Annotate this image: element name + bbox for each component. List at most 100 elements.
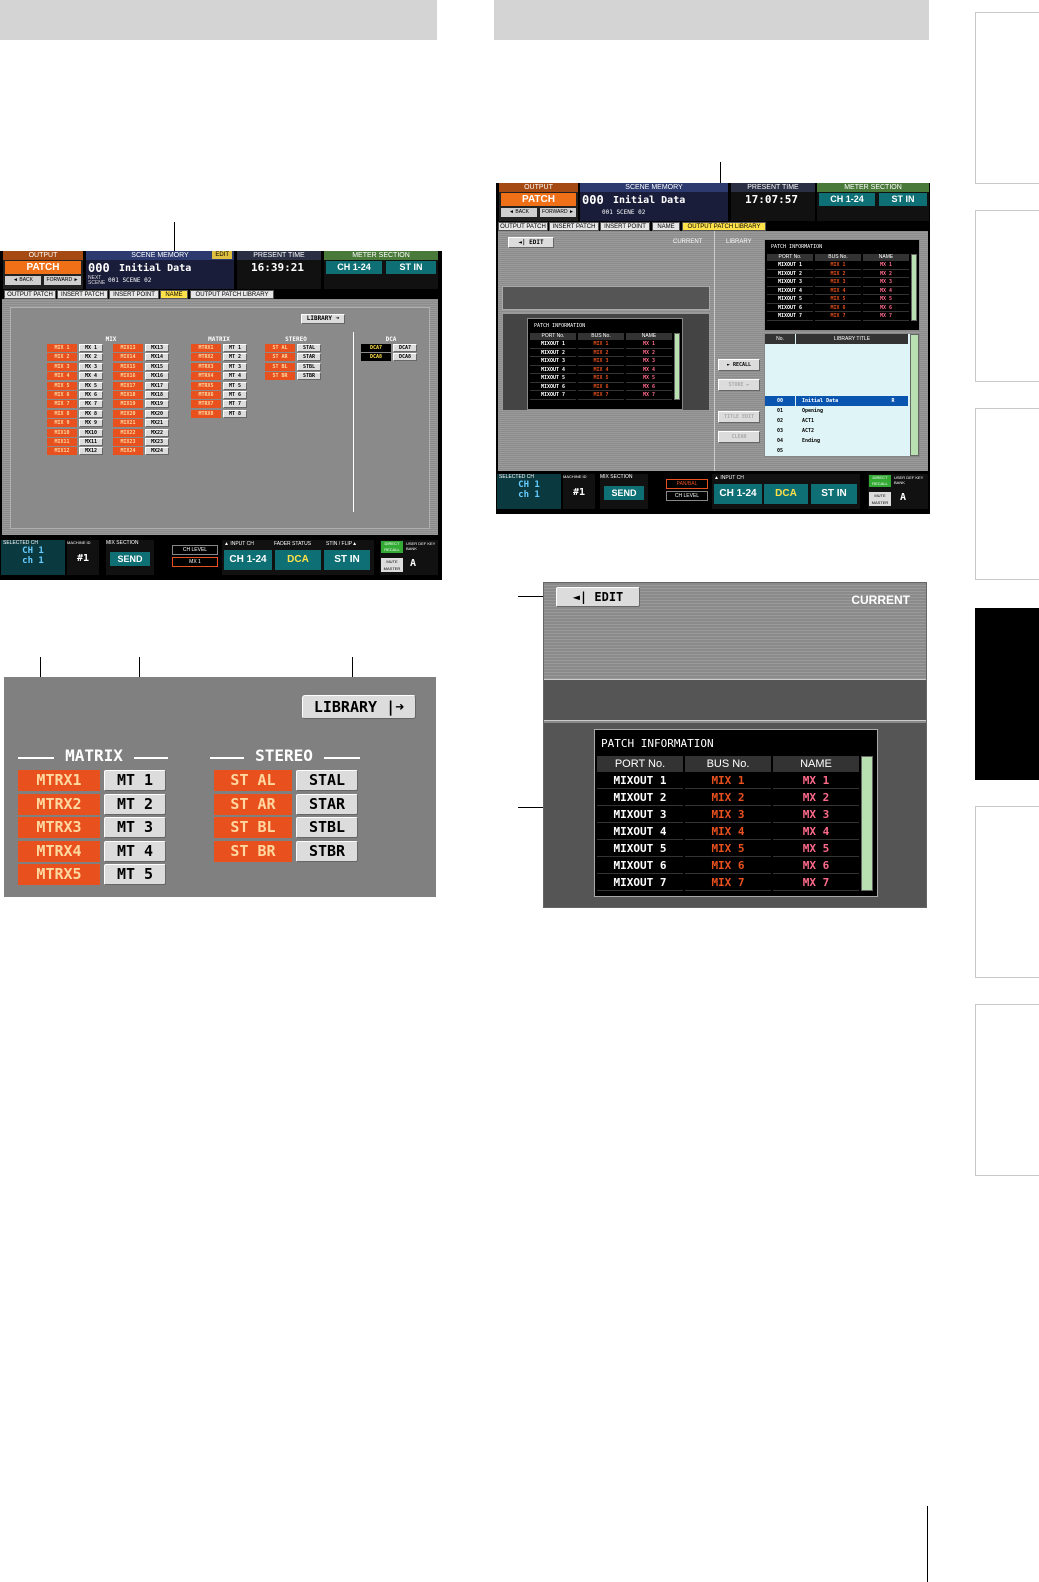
ch-level-button[interactable]: CH LEVEL (666, 491, 708, 501)
name-button[interactable]: STAR (297, 353, 321, 362)
tab-output-patch[interactable]: OUTPUT PATCH (498, 222, 548, 231)
tab-output-patch-library[interactable]: OUTPUT PATCH LIBRARY (190, 290, 274, 299)
name-button[interactable]: MX11 (79, 438, 103, 446)
name-button[interactable]: MX22 (145, 428, 169, 437)
direct-recall-button[interactable]: DIRECT RECALL (869, 475, 891, 487)
lib-row-no[interactable]: 05 (765, 446, 795, 456)
name-button[interactable]: MX 5 (79, 381, 103, 390)
edit-button-zoom[interactable]: ◄| EDIT (556, 587, 640, 607)
fader-dca-button[interactable]: DCA (275, 550, 321, 570)
ch-level-button[interactable]: CH LEVEL (172, 545, 218, 555)
title-edit-button[interactable]: TITLE EDIT (718, 411, 760, 423)
tab-name[interactable]: NAME (652, 222, 680, 231)
meter-ch-button[interactable]: CH 1-24 (819, 193, 875, 206)
library-button-zoom[interactable]: LIBRARY |➜ (302, 695, 416, 719)
back-button[interactable]: ◄ BACK (5, 276, 41, 285)
meter-stin-button[interactable]: ST IN (386, 261, 436, 274)
name-button[interactable]: MX15 (145, 362, 169, 371)
forward-button[interactable]: FORWARD ► (44, 276, 81, 285)
pan-bal-button[interactable]: PAN/BAL (666, 479, 708, 489)
recall-button[interactable]: ► RECALL (718, 359, 760, 371)
name-button[interactable]: MX 4 (79, 372, 103, 381)
meter-stin-button[interactable]: ST IN (879, 193, 927, 206)
name-button[interactable]: MX18 (145, 391, 169, 399)
name-button[interactable]: MX14 (145, 353, 169, 362)
tab-insert-patch[interactable]: INSERT PATCH (57, 290, 108, 299)
name-button[interactable]: MX19 (145, 400, 169, 409)
name-button[interactable]: MT 7 (223, 400, 247, 409)
name-button[interactable]: STAL (297, 344, 321, 352)
name-button[interactable]: MX 1 (79, 344, 103, 352)
mute-master-button[interactable]: MUTE MASTER (869, 492, 891, 506)
lib-row-title[interactable]: ACT2 (796, 426, 878, 436)
tab-name[interactable]: NAME (160, 290, 188, 299)
name-button[interactable]: MX24 (145, 447, 169, 456)
fader-dca-button[interactable]: DCA (764, 484, 808, 504)
back-button[interactable]: ◄ BACK (501, 208, 537, 217)
name-button[interactable]: STBR (297, 372, 321, 381)
matrix-name-button[interactable]: MT 4 (104, 840, 166, 862)
dca-name-button[interactable]: DCA8 (393, 353, 417, 362)
name-button[interactable]: MX 8 (79, 409, 103, 418)
name-button[interactable]: MT 4 (223, 372, 247, 381)
lib-row-title[interactable] (796, 446, 878, 456)
clear-button[interactable]: CLEAR (718, 431, 760, 443)
name-button[interactable]: MX20 (145, 409, 169, 418)
mix-send-button[interactable]: SEND (604, 486, 644, 500)
lib-scrollbar[interactable] (910, 334, 919, 456)
lib-row-no[interactable]: 01 (765, 406, 795, 416)
patch-button[interactable]: PATCH (501, 193, 576, 206)
lib-row-title[interactable]: Opening (796, 406, 878, 416)
meter-ch-button[interactable]: CH 1-24 (326, 261, 382, 274)
tab-insert-point[interactable]: INSERT POINT (600, 222, 650, 231)
input-ch-button[interactable]: CH 1-24 (224, 550, 272, 570)
tab-insert-patch[interactable]: INSERT PATCH (549, 222, 599, 231)
stereo-name-button[interactable]: STAL (296, 770, 358, 791)
name-button[interactable]: MX21 (145, 419, 169, 428)
lib-row-title[interactable]: ACT1 (796, 416, 878, 426)
tab-output-patch-library[interactable]: OUTPUT PATCH LIBRARY (682, 222, 766, 231)
mute-master-button[interactable]: MUTE MASTER (381, 558, 403, 572)
tab-output-patch[interactable]: OUTPUT PATCH (4, 290, 56, 299)
name-button[interactable]: MX 6 (79, 391, 103, 399)
edit-button[interactable]: ◄| EDIT (508, 237, 554, 248)
name-button[interactable]: MX 2 (79, 353, 103, 362)
stin-button[interactable]: ST IN (811, 484, 857, 504)
name-button[interactable]: MT 6 (223, 391, 247, 399)
name-button[interactable]: MX16 (145, 372, 169, 381)
mix-send-button[interactable]: SEND (110, 552, 150, 566)
patch-scrollbar[interactable] (861, 756, 873, 891)
forward-button[interactable]: FORWARD ► (540, 208, 576, 217)
patch-scrollbar[interactable] (911, 254, 917, 321)
lib-row-title[interactable]: Ending (796, 436, 878, 446)
name-button[interactable]: MT 1 (223, 344, 247, 352)
name-button[interactable]: MT 3 (223, 362, 247, 371)
name-button[interactable]: MT 5 (223, 381, 247, 390)
lib-row-no[interactable]: 02 (765, 416, 795, 426)
lib-row-no[interactable]: 04 (765, 436, 795, 446)
matrix-name-button[interactable]: MT 2 (104, 793, 166, 815)
matrix-name-button[interactable]: MT 3 (104, 817, 166, 838)
dca-name-button[interactable]: DCA7 (393, 344, 417, 352)
direct-recall-button[interactable]: DIRECT RECALL (381, 541, 403, 553)
matrix-name-button[interactable]: MT 5 (104, 864, 166, 885)
name-button[interactable]: MX10 (79, 428, 103, 437)
lib-row-no[interactable]: 03 (765, 426, 795, 436)
name-button[interactable]: MX 3 (79, 362, 103, 371)
name-button[interactable]: MX 7 (79, 400, 103, 409)
tab-insert-point[interactable]: INSERT POINT (109, 290, 159, 299)
name-button[interactable]: STBL (297, 362, 321, 371)
library-button[interactable]: LIBRARY ➜ (301, 314, 345, 324)
lib-row-no[interactable]: 00 (765, 396, 795, 406)
name-button[interactable]: MX12 (79, 447, 103, 456)
name-button[interactable]: MX23 (145, 438, 169, 446)
name-button[interactable]: MX17 (145, 381, 169, 390)
patch-scrollbar[interactable] (674, 333, 680, 400)
name-button[interactable]: MT 2 (223, 353, 247, 362)
store-button[interactable]: STORE ► (718, 379, 760, 391)
matrix-name-button[interactable]: MT 1 (104, 770, 166, 791)
stereo-name-button[interactable]: STAR (296, 793, 358, 815)
stin-button[interactable]: ST IN (324, 550, 370, 570)
input-ch-button[interactable]: CH 1-24 (714, 484, 762, 504)
name-button[interactable]: MX 9 (79, 419, 103, 428)
